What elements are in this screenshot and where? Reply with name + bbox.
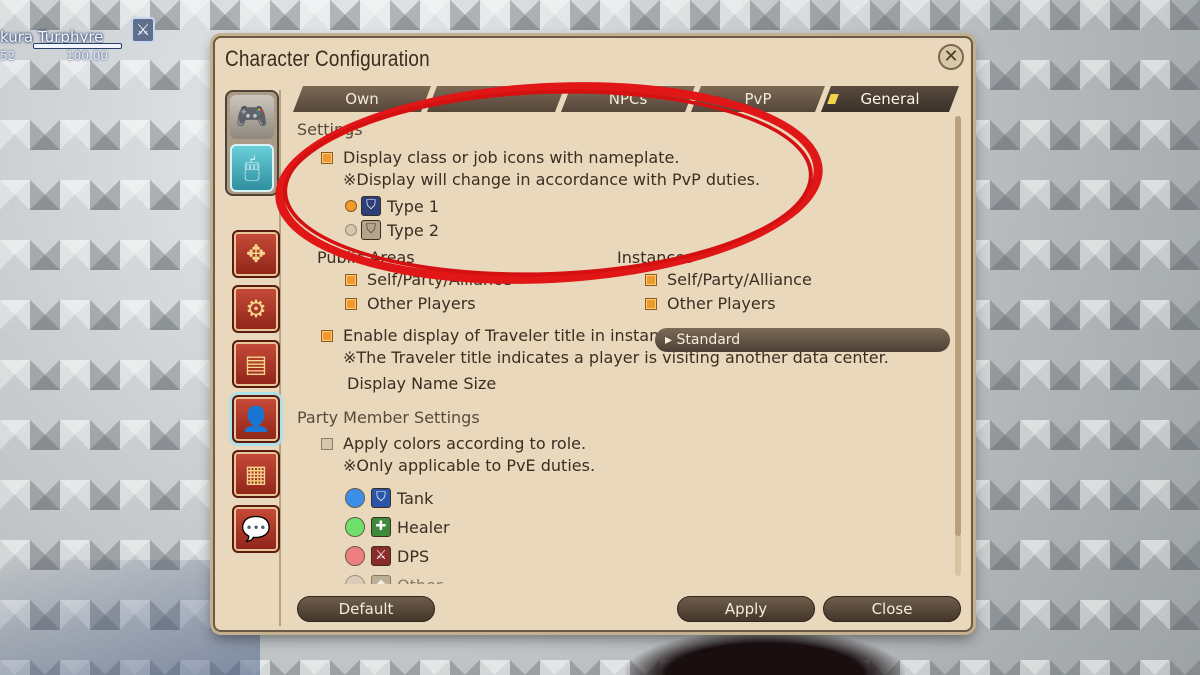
tab-general[interactable]: General [821,86,959,112]
control-settings-icon[interactable]: ✥ [232,230,280,278]
instance-self-checkbox[interactable] [645,273,657,286]
healer-color-swatch[interactable] [345,517,365,537]
name-size-label: Display Name Size [347,374,497,393]
tab-own[interactable]: Own [293,86,431,112]
name-size-value: Standard [676,332,741,348]
tank-role-icon: ⛉ [371,488,391,508]
class-icons-option[interactable]: Display class or job icons with nameplat… [321,148,679,167]
name-size-dropdown[interactable]: ▸ Standard [655,328,950,352]
public-other-checkbox[interactable] [345,297,357,310]
close-button[interactable]: Close [823,596,961,622]
public-other-label: Other Players [367,294,476,313]
apply-button[interactable]: Apply [677,596,815,622]
type1-label: Type 1 [387,196,440,216]
tank-color-swatch[interactable] [345,488,365,508]
public-areas-header: Public Areas [317,248,415,267]
healer-label: Healer [397,517,450,537]
chat-log-settings-icon[interactable]: 💬 [232,505,280,553]
instances-header: Instances [617,248,694,267]
role-other[interactable]: ◆ Other [345,575,442,584]
other-role-icon: ◆ [371,575,391,584]
public-self-label: Self/Party/Alliance [367,270,512,289]
hp-numbers: 52 100.00 [0,49,125,63]
type2-radio[interactable] [345,224,357,236]
tab-pvp[interactable]: PvP [691,86,825,112]
hud-settings-icon[interactable]: ▦ [232,450,280,498]
role-healer[interactable]: ✚ Healer [345,517,450,537]
role-tank[interactable]: ⛉ Tank [345,488,433,508]
class-icons-checkbox[interactable] [321,151,333,164]
tab-general-label: General [860,90,920,108]
tab-bar: Own NPCs PvP General [293,86,961,112]
hotbar-settings-icon[interactable]: ▤ [232,340,280,388]
role-colors-label: Apply colors according to role. [343,434,587,453]
hp-value: 100.00 [66,49,108,63]
dps-role-icon: ⚔ [371,546,391,566]
instance-self-label: Self/Party/Alliance [667,270,812,289]
type2-label: Type 2 [387,220,440,240]
traveler-title-checkbox[interactable] [321,329,333,342]
character-hair [625,630,905,675]
active-tab-marker-icon [827,94,839,104]
input-mode-stack: 🎮 🖱 [225,90,279,196]
other-color-swatch[interactable] [345,575,365,584]
class-icons-note: ※Display will change in accordance with … [343,170,761,189]
instance-self-option[interactable]: Self/Party/Alliance [645,270,812,289]
dps-label: DPS [397,546,430,566]
healer-role-icon: ✚ [371,517,391,537]
scrollbar-thumb[interactable] [955,116,961,536]
public-self-checkbox[interactable] [345,273,357,286]
instance-other-label: Other Players [667,294,776,313]
instance-other-checkbox[interactable] [645,297,657,310]
close-icon[interactable]: ✕ [938,44,964,70]
dropdown-arrow-icon: ▸ [665,332,677,348]
tank-label: Tank [397,488,434,508]
role-dps[interactable]: ⚔ DPS [345,546,429,566]
class-icons-label: Display class or job icons with nameplat… [343,148,680,167]
character-configuration-window: Character Configuration ✕ 🎮 🖱 ✥ ⚙ ▤ 👤 ▦ … [213,36,973,632]
shield-icon-type2: ⛉ [361,220,381,240]
public-other-option[interactable]: Other Players [345,294,476,313]
role-colors-checkbox[interactable] [321,437,333,450]
type1-radio[interactable] [345,200,357,212]
instance-other-option[interactable]: Other Players [645,294,776,313]
role-colors-option[interactable]: Apply colors according to role. [321,434,586,453]
type1-radio-option[interactable]: ⛉ Type 1 [345,196,439,216]
role-colors-note: ※Only applicable to PvE duties. [343,456,596,475]
level-text: 52 [0,49,16,63]
type2-radio-option[interactable]: ⛉ Type 2 [345,220,439,240]
gamepad-icon[interactable]: 🎮 [230,95,274,139]
items-settings-icon[interactable]: ⚙ [232,285,280,333]
default-button[interactable]: Default [297,596,435,622]
settings-header: Settings [297,120,363,139]
public-self-option[interactable]: Self/Party/Alliance [345,270,512,289]
dps-color-swatch[interactable] [345,546,365,566]
party-settings-header: Party Member Settings [297,408,480,427]
content-scrollbar[interactable] [955,116,961,576]
title-bar: Character Configuration ✕ [215,38,971,82]
mouse-icon[interactable]: 🖱 [230,144,274,192]
other-label: Other [397,576,442,585]
nameplate-settings-icon[interactable]: 👤 [232,395,280,443]
party-hud: kura Turphyre 52 100.00 ⚔ [0,0,165,63]
tab-party[interactable] [427,86,565,112]
job-icon: ⚔ [131,17,155,43]
tab-npcs[interactable]: NPCs [561,86,695,112]
category-rail: 🎮 🖱 ✥ ⚙ ▤ 👤 ▦ 💬 [221,90,281,626]
shield-icon-type1: ⛉ [361,196,381,216]
window-title: Character Configuration [225,46,430,71]
